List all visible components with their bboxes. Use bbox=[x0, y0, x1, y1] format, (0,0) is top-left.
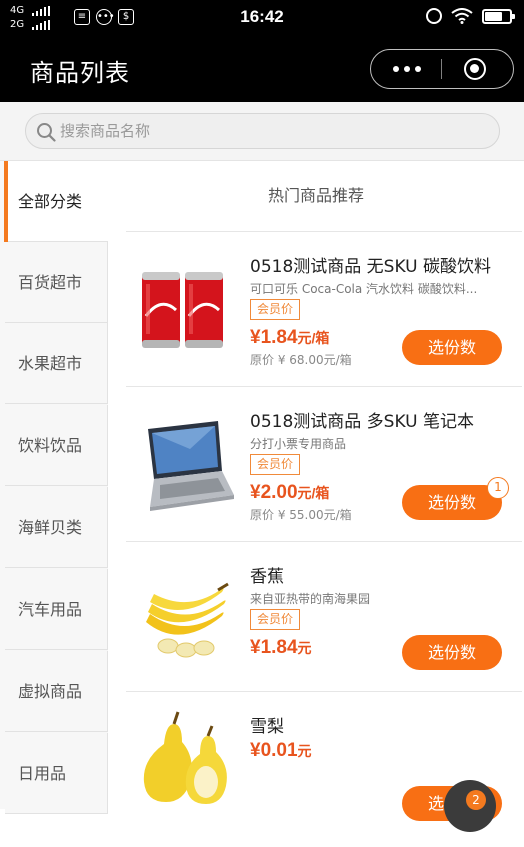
member-price-tag: 会员价 bbox=[250, 454, 300, 475]
product-name: 0518测试商品 多SKU 笔记本 bbox=[250, 412, 474, 432]
price-unit: 元/箱 bbox=[297, 485, 330, 501]
product-price: ¥2.00元/箱 bbox=[250, 482, 329, 504]
product-description: 分打小票专用商品 bbox=[250, 437, 347, 451]
category-item-virtual[interactable]: 虚拟商品 bbox=[5, 651, 108, 732]
original-price: 原价 ¥ 68.00元/箱 bbox=[250, 353, 352, 367]
alarm-icon bbox=[426, 8, 442, 24]
product-price: ¥1.84元/箱 bbox=[250, 327, 329, 349]
product-name: 雪梨 bbox=[250, 717, 284, 737]
product-item[interactable]: 0518测试商品 无SKU 碳酸饮料 可口可乐 Coca-Cola 汽水饮料 碳… bbox=[126, 231, 522, 387]
cola-cans-icon bbox=[142, 272, 223, 348]
search-input[interactable] bbox=[60, 114, 480, 148]
laptop-icon bbox=[148, 421, 234, 511]
page-title: 商品列表 bbox=[30, 59, 130, 87]
category-item-daily[interactable]: 日用品 bbox=[5, 733, 108, 814]
member-price-tag: 会员价 bbox=[250, 609, 300, 630]
product-description: 可口可乐 Coca-Cola 汽水饮料 碳酸饮料... bbox=[250, 282, 478, 296]
select-quantity-button[interactable]: 选份数 bbox=[402, 330, 502, 365]
close-mini-program-icon[interactable] bbox=[464, 58, 486, 80]
banana-icon bbox=[146, 582, 229, 658]
cart-count-badge: 2 bbox=[466, 790, 486, 810]
price-value: ¥0.01 bbox=[250, 740, 298, 761]
category-item-beverages[interactable]: 饮料饮品 bbox=[5, 405, 108, 486]
product-item[interactable]: 0518测试商品 多SKU 笔记本 分打小票专用商品 会员价 ¥2.00元/箱 … bbox=[126, 386, 522, 542]
category-item-all[interactable]: 全部分类 bbox=[4, 161, 108, 242]
search-icon bbox=[37, 123, 56, 142]
status-right-icons bbox=[426, 8, 515, 24]
capsule-divider bbox=[441, 59, 442, 79]
price-value: ¥2.00 bbox=[250, 482, 298, 503]
price-unit: 元 bbox=[297, 640, 312, 656]
selected-count-badge: 1 bbox=[487, 477, 509, 499]
search-box[interactable] bbox=[25, 113, 500, 149]
pear-icon bbox=[143, 711, 227, 804]
price-unit: 元 bbox=[297, 743, 312, 759]
section-title: 热门商品推荐 bbox=[267, 186, 364, 205]
price-value: ¥1.84 bbox=[250, 327, 298, 348]
product-name: 香蕉 bbox=[250, 567, 284, 587]
mini-program-capsule bbox=[370, 49, 514, 89]
wifi-icon bbox=[451, 8, 473, 24]
original-price: 原价 ¥ 55.00元/箱 bbox=[250, 508, 352, 522]
product-item[interactable]: 香蕉 来自亚热带的南海果园 会员价 ¥1.84元 选份数 bbox=[126, 541, 522, 697]
category-item-fruit[interactable]: 水果超市 bbox=[5, 323, 108, 404]
price-unit: 元/箱 bbox=[297, 330, 330, 346]
battery-icon bbox=[482, 8, 515, 24]
member-price-tag: 会员价 bbox=[250, 299, 300, 320]
search-bar bbox=[0, 102, 524, 161]
cart-button[interactable]: 2 bbox=[444, 780, 496, 832]
category-item-auto[interactable]: 汽车用品 bbox=[5, 569, 108, 650]
category-item-seafood[interactable]: 海鲜贝类 bbox=[5, 487, 108, 568]
product-price: ¥1.84元 bbox=[250, 637, 312, 659]
price-value: ¥1.84 bbox=[250, 637, 298, 658]
status-bar: 4G 2G ≡ ••• $ 16:42 bbox=[0, 0, 524, 36]
nav-bar: 商品列表 bbox=[0, 36, 524, 102]
more-icon[interactable] bbox=[393, 66, 429, 74]
category-item-department-store[interactable]: 百货超市 bbox=[5, 242, 108, 323]
product-name: 0518测试商品 无SKU 碳酸饮料 bbox=[250, 257, 491, 277]
select-quantity-button[interactable]: 选份数 bbox=[402, 635, 502, 670]
product-price: ¥0.01元 bbox=[250, 740, 312, 762]
category-sidebar: 全部分类 百货超市 水果超市 饮料饮品 海鲜贝类 汽车用品 虚拟商品 日用品 bbox=[0, 161, 108, 814]
product-list: 热门商品推荐 0518测试商品 无SKU 碳酸饮料 可口可乐 Coca-Cola… bbox=[108, 161, 524, 821]
product-description: 来自亚热带的南海果园 bbox=[250, 592, 371, 606]
